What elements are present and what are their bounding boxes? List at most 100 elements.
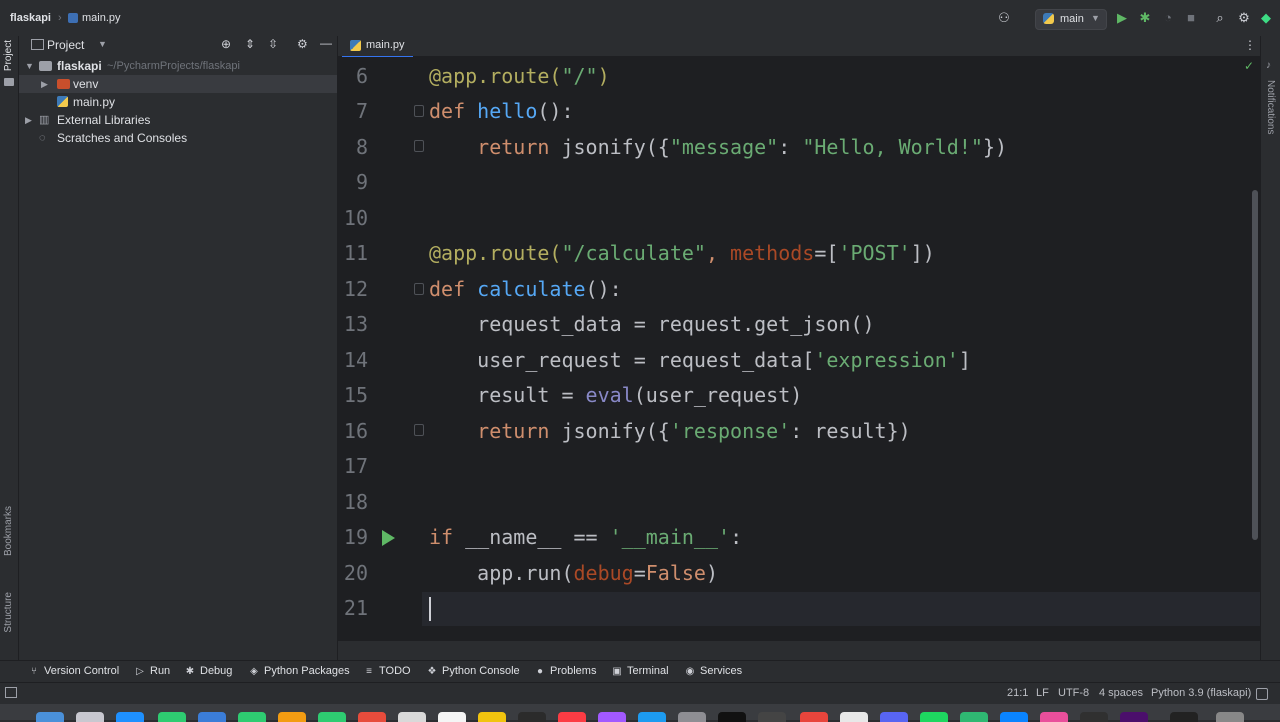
contacts-icon[interactable] <box>398 712 426 722</box>
collapse-all-icon[interactable]: ⇳ <box>268 37 278 51</box>
code-line-13[interactable]: request_data = request.get_json() <box>429 312 874 336</box>
finder-icon[interactable] <box>36 712 64 722</box>
hide-panel-icon[interactable]: — <box>320 36 332 50</box>
notifications-tool-button[interactable]: Notifications <box>1265 80 1276 134</box>
tree-item-external-libraries[interactable]: ▶ ▥ External Libraries <box>19 111 337 129</box>
tree-item-main-py[interactable]: main.py <box>19 93 337 111</box>
maps-icon[interactable] <box>238 712 266 722</box>
todo-button[interactable]: ≡ TODO <box>363 665 411 677</box>
downloads-icon[interactable] <box>1170 712 1198 722</box>
discord-icon[interactable] <box>880 712 908 722</box>
code-line-20[interactable]: app.run(debug=False) <box>429 561 718 585</box>
tree-item-scratches[interactable]: ◌ Scratches and Consoles <box>19 129 337 147</box>
fold-icon[interactable] <box>414 105 424 117</box>
terminal-app-icon[interactable] <box>758 712 786 722</box>
safari-icon[interactable] <box>116 712 144 722</box>
stop-icon[interactable]: ■ <box>1183 10 1199 26</box>
search-icon[interactable]: ⌕ <box>1212 10 1228 26</box>
vscode-icon[interactable] <box>1000 712 1028 722</box>
code-line-7[interactable]: def hello(): <box>429 99 574 123</box>
code-line-6[interactable]: @app.route("/") <box>429 64 610 88</box>
premiere-icon[interactable] <box>1120 712 1148 722</box>
settings-icon[interactable] <box>678 712 706 722</box>
code-line-19[interactable]: if __name__ == '__main__': <box>429 525 742 549</box>
gear-icon[interactable]: ⚙ <box>1236 10 1252 26</box>
tab-main-py[interactable]: main.py <box>342 36 413 58</box>
run-gutter-icon[interactable] <box>382 530 395 546</box>
tree-item-venv[interactable]: ▶ venv <box>19 75 337 93</box>
python-packages-button[interactable]: ◈ Python Packages <box>248 665 349 677</box>
fold-icon[interactable] <box>414 424 424 436</box>
run-icon[interactable]: ▶ <box>1114 10 1130 26</box>
lock-icon[interactable] <box>1256 688 1268 700</box>
chevron-right-icon[interactable]: ▶ <box>25 111 35 129</box>
mail-icon[interactable] <box>198 712 226 722</box>
facetime-icon[interactable] <box>318 712 346 722</box>
zoom-icon[interactable] <box>1040 712 1068 722</box>
indent-setting[interactable]: 4 spaces <box>1099 687 1143 699</box>
obs-icon[interactable] <box>1080 712 1108 722</box>
vertical-scrollbar[interactable] <box>1252 190 1258 540</box>
python-console-button[interactable]: ❖ Python Console <box>426 665 520 677</box>
messages-icon[interactable] <box>158 712 186 722</box>
trash-icon[interactable] <box>1216 712 1244 722</box>
coverage-icon[interactable]: ◔ <box>1160 10 1176 26</box>
code-line-15[interactable]: result = eval(user_request) <box>429 383 802 407</box>
music-icon[interactable] <box>558 712 586 722</box>
gear-icon[interactable]: ⚙ <box>297 37 308 51</box>
chrome-icon[interactable] <box>800 712 828 722</box>
project-panel-title[interactable]: Project <box>47 38 84 52</box>
bell-icon[interactable]: ♪ <box>1266 60 1271 71</box>
spotify-icon[interactable] <box>920 712 948 722</box>
expand-all-icon[interactable]: ⇕ <box>245 37 255 51</box>
line-separator[interactable]: LF <box>1036 687 1049 699</box>
more-icon[interactable]: ⋮ <box>1244 38 1256 52</box>
bookmarks-tool-button[interactable]: Bookmarks <box>3 506 14 556</box>
tv-icon[interactable] <box>518 712 546 722</box>
chevron-down-icon[interactable]: ▼ <box>25 57 35 75</box>
debug-icon[interactable]: ✱ <box>1137 10 1153 26</box>
app-store-icon[interactable] <box>638 712 666 722</box>
terminal-button[interactable]: ▣ Terminal <box>611 665 668 677</box>
version-control-button[interactable]: ⑂ Version Control <box>28 665 119 677</box>
interpreter-selector[interactable]: Python 3.9 (flaskapi) <box>1151 687 1251 699</box>
code-line-11[interactable]: @app.route("/calculate", methods=['POST'… <box>429 241 935 265</box>
run-config-select[interactable]: main ▼ <box>1035 9 1107 30</box>
github-icon[interactable] <box>718 712 746 722</box>
fold-icon[interactable] <box>414 140 424 152</box>
pycharm-icon[interactable] <box>960 712 988 722</box>
locate-icon[interactable]: ⊕ <box>221 37 231 51</box>
run-tool-button[interactable]: ▷ Run <box>134 665 170 677</box>
layout-icon[interactable] <box>5 687 17 698</box>
user-icon[interactable]: ⚇ <box>996 10 1012 26</box>
fold-icon[interactable] <box>414 283 424 295</box>
notes-icon[interactable] <box>478 712 506 722</box>
line-number: 9 <box>355 170 368 194</box>
caret-position[interactable]: 21:1 <box>1007 687 1028 699</box>
plugin-icon[interactable]: ◆ <box>1258 10 1274 26</box>
services-button[interactable]: ◉ Services <box>684 665 743 677</box>
tree-item-flaskapi[interactable]: ▼ flaskapi ~/PycharmProjects/flaskapi <box>19 57 337 75</box>
debug-tool-button[interactable]: ✱ Debug <box>184 665 233 677</box>
tree-item-label: flaskapi <box>57 59 102 73</box>
podcasts-icon[interactable] <box>598 712 626 722</box>
python-icon <box>1043 13 1054 24</box>
launchpad-icon[interactable] <box>76 712 104 722</box>
code-line-12[interactable]: def calculate(): <box>429 277 622 301</box>
structure-tool-button[interactable]: Structure <box>3 592 14 633</box>
calendar-icon[interactable] <box>358 712 386 722</box>
breadcrumb-file[interactable]: main.py <box>82 12 121 24</box>
code-line-14[interactable]: user_request = request_data['expression'… <box>429 348 971 372</box>
code-line-8[interactable]: return jsonify({"message": "Hello, World… <box>429 135 1007 159</box>
project-tool-button[interactable]: Project <box>3 40 14 71</box>
photos-icon[interactable] <box>278 712 306 722</box>
chevron-down-icon[interactable]: ▼ <box>98 39 107 49</box>
code-line-16[interactable]: return jsonify({'response': result}) <box>429 419 911 443</box>
reminders-icon[interactable] <box>438 712 466 722</box>
slack-icon[interactable] <box>840 712 868 722</box>
file-encoding[interactable]: UTF-8 <box>1058 687 1089 699</box>
code-editor[interactable]: 6 7 8 9 10 11 12 13 14 15 16 17 18 19 20… <box>338 57 1260 641</box>
breadcrumb-project[interactable]: flaskapi <box>10 12 51 24</box>
chevron-right-icon[interactable]: ▶ <box>41 75 51 93</box>
problems-button[interactable]: ● Problems <box>534 665 597 677</box>
